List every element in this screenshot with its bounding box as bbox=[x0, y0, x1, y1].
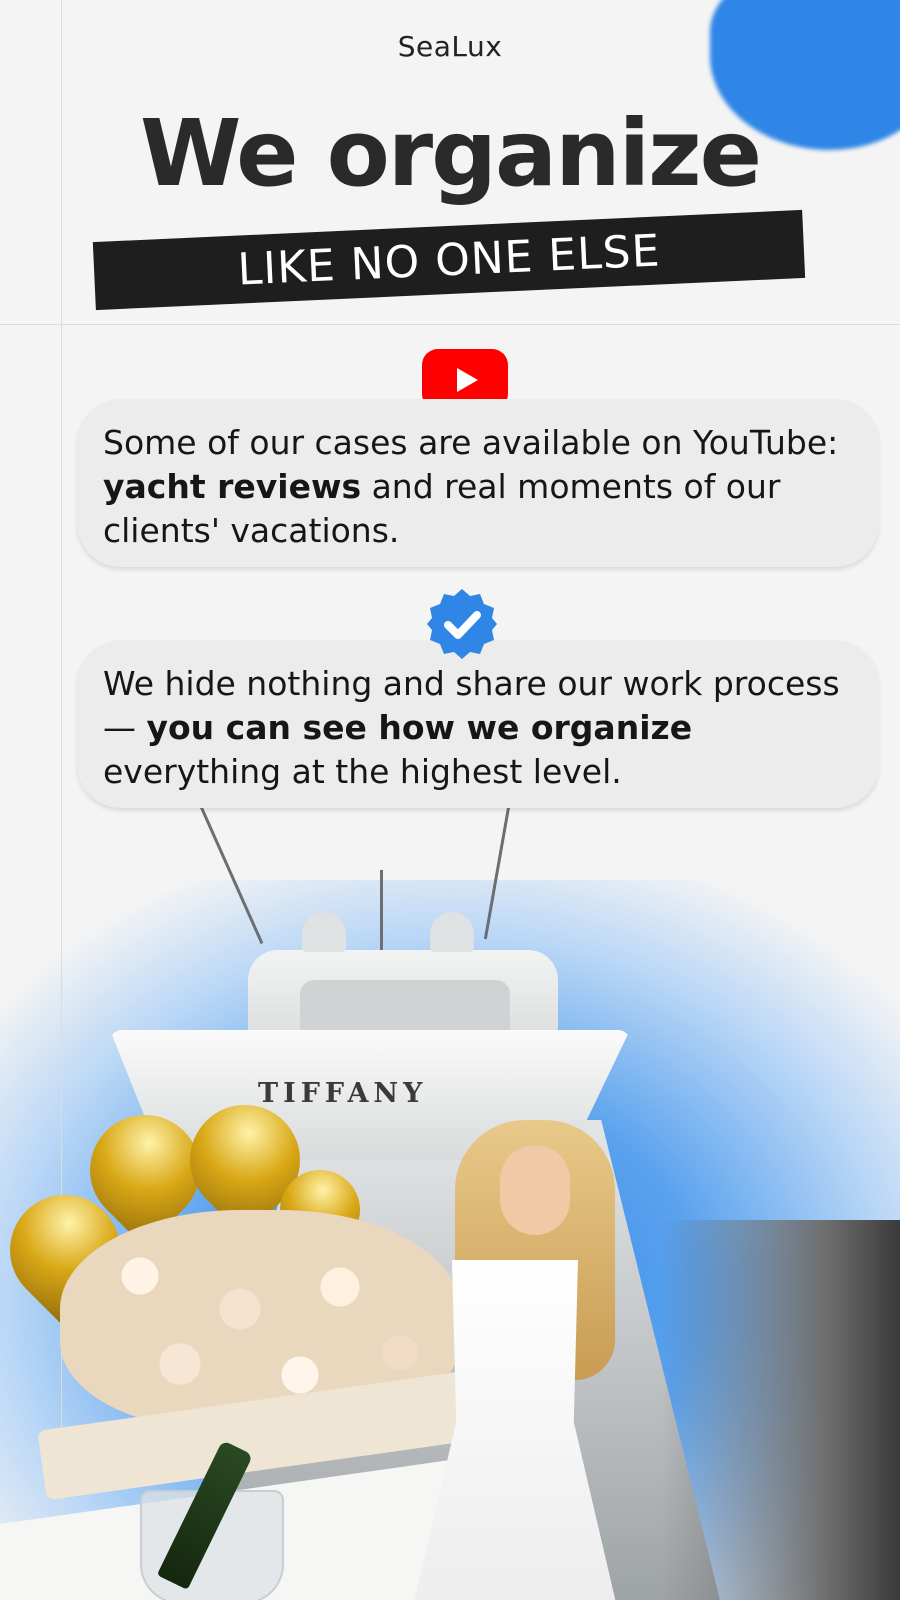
yacht-photo-collage: TIFFANY bbox=[0, 800, 900, 1600]
yacht-antenna bbox=[380, 870, 383, 950]
tagline-banner: LIKE NO ONE ELSE bbox=[92, 209, 806, 311]
youtube-card-highlight: yacht reviews bbox=[103, 467, 362, 506]
verified-badge-icon bbox=[427, 589, 497, 659]
yacht-radome bbox=[302, 912, 346, 952]
woman-face bbox=[500, 1145, 570, 1235]
yacht-antenna bbox=[199, 805, 264, 945]
promo-page: SeaLux We organize LIKE NO ONE ELSE Some… bbox=[0, 0, 900, 1600]
photo-shadow bbox=[660, 1220, 900, 1600]
process-info-card: We hide nothing and share our work proce… bbox=[77, 640, 879, 808]
brand-name: SeaLux bbox=[397, 30, 503, 63]
play-icon bbox=[457, 367, 478, 392]
page-title: We organize bbox=[139, 100, 762, 207]
yacht-name-label: TIFFANY bbox=[258, 1078, 428, 1109]
yacht-radome bbox=[430, 912, 474, 952]
divider-horizontal bbox=[0, 324, 900, 325]
yacht-antenna bbox=[483, 800, 512, 940]
process-card-text-end: everything at the highest level. bbox=[103, 752, 622, 791]
tagline-text: LIKE NO ONE ELSE bbox=[236, 224, 662, 296]
process-card-highlight: you can see how we organize bbox=[146, 708, 693, 747]
youtube-info-card: Some of our cases are available on YouTu… bbox=[77, 399, 879, 567]
youtube-card-text: Some of our cases are available on YouTu… bbox=[103, 423, 839, 462]
